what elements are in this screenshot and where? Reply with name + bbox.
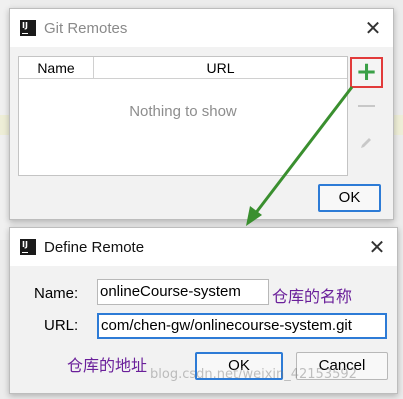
plus-icon: + [355,57,378,87]
watermark: blog.csdn.net/weixin_42153592 [150,367,357,382]
remotes-table-header: Name URL [19,57,347,79]
column-header-url[interactable]: URL [94,57,347,79]
url-annotation: 仓库的地址 [67,356,148,375]
remotes-table[interactable]: Name URL Nothing to show [18,56,348,176]
intellij-app-icon: IJ [18,18,38,38]
name-annotation: 仓库的名称 [272,287,353,306]
remotes-toolbar: + [350,57,386,177]
name-field[interactable]: onlineCourse-system [97,279,269,305]
minus-icon[interactable] [358,105,375,107]
git-remotes-dialog: IJ Git Remotes ✕ Name URL Nothing to sho… [9,8,394,220]
close-icon[interactable]: ✕ [367,237,387,257]
name-label: Name: [34,285,79,302]
git-remotes-title: Git Remotes [44,19,128,37]
pencil-icon[interactable] [358,135,374,151]
git-remotes-titlebar: IJ Git Remotes ✕ [10,9,393,47]
define-remote-titlebar: IJ Define Remote ✕ [10,228,397,266]
empty-table-message: Nothing to show [129,103,237,120]
url-field[interactable]: com/chen-gw/onlinecourse-system.git [97,313,387,339]
column-header-name[interactable]: Name [19,57,94,79]
define-remote-title: Define Remote [44,238,145,256]
add-remote-button[interactable]: + [350,57,383,88]
git-remotes-ok-button[interactable]: OK [318,184,381,212]
close-icon[interactable]: ✕ [363,18,383,38]
intellij-app-icon: IJ [18,237,38,257]
url-label: URL: [44,317,79,334]
